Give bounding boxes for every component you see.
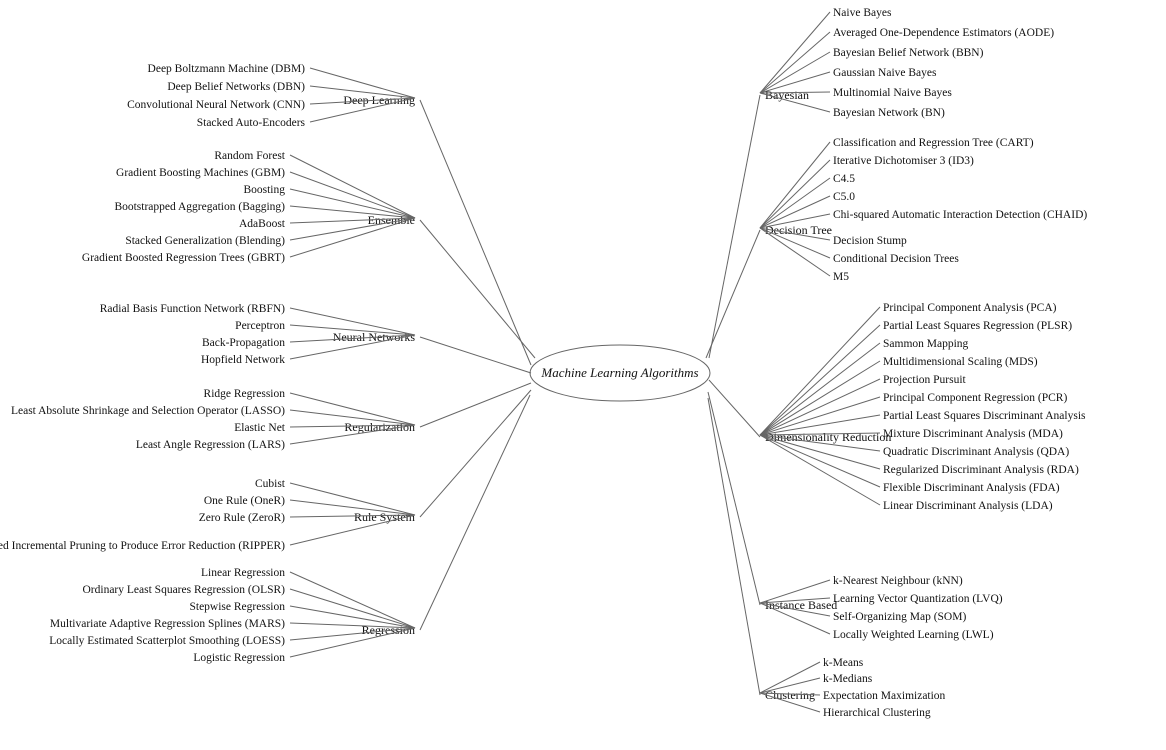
leaf-rda: Regularized Discriminant Analysis (RDA)	[883, 464, 1079, 476]
leaf-ripper: Repeated Incremental Pruning to Produce …	[0, 540, 285, 552]
leaf-ridge: Ridge Regression	[204, 388, 286, 400]
leaf-dbm: Deep Boltzmann Machine (DBM)	[148, 63, 306, 75]
leaf-lvq: Learning Vector Quantization (LVQ)	[833, 593, 1003, 605]
leaf-mds: Multidimensional Scaling (MDS)	[883, 356, 1038, 368]
leaf-olsr: Ordinary Least Squares Regression (OLSR)	[83, 584, 286, 596]
leaf-kmedians: k-Medians	[823, 673, 873, 685]
leaf-linreg: Linear Regression	[201, 567, 285, 579]
leaf-sae: Stacked Auto-Encoders	[197, 117, 306, 129]
leaf-plsda: Partial Least Squares Discriminant Analy…	[883, 410, 1086, 422]
leaf-lars: Least Angle Regression (LARS)	[136, 439, 285, 451]
center-label: Machine Learning Algorithms	[540, 365, 698, 380]
leaf-sammon: Sammon Mapping	[883, 338, 969, 350]
leaf-boosting: Boosting	[243, 184, 285, 196]
leaf-hopfield: Hopfield Network	[201, 354, 285, 366]
leaf-som: Self-Organizing Map (SOM)	[833, 611, 966, 623]
leaf-cart: Classification and Regression Tree (CART…	[833, 137, 1034, 149]
leaf-gbm: Gradient Boosting Machines (GBM)	[116, 167, 285, 179]
leaf-pca: Principal Component Analysis (PCA)	[883, 302, 1057, 314]
leaf-cubist: Cubist	[255, 478, 286, 490]
leaf-plsr: Partial Least Squares Regression (PLSR)	[883, 320, 1072, 332]
leaf-aode: Averaged One-Dependence Estimators (AODE…	[833, 27, 1054, 39]
leaf-rbfn: Radial Basis Function Network (RBFN)	[100, 303, 285, 315]
leaf-em: Expectation Maximization	[823, 690, 946, 702]
leaf-stump: Decision Stump	[833, 235, 907, 247]
leaf-backprop: Back-Propagation	[202, 337, 285, 349]
leaf-blending: Stacked Generalization (Blending)	[125, 235, 285, 247]
leaf-zeror: Zero Rule (ZeroR)	[199, 512, 285, 524]
leaf-dbn: Deep Belief Networks (DBN)	[167, 81, 305, 93]
leaf-gbrt: Gradient Boosted Regression Trees (GBRT)	[82, 252, 285, 264]
leaf-bn: Bayesian Network (BN)	[833, 107, 945, 119]
leaf-cnn: Convolutional Neural Network (CNN)	[127, 99, 305, 111]
leaf-qda: Quadratic Discriminant Analysis (QDA)	[883, 446, 1069, 458]
leaf-elasticnet: Elastic Net	[234, 422, 286, 434]
leaf-stepwise: Stepwise Regression	[189, 601, 285, 613]
leaf-adaboost: AdaBoost	[239, 218, 286, 230]
leaf-lwl: Locally Weighted Learning (LWL)	[833, 629, 994, 641]
leaf-multinomialbayes: Multinomial Naive Bayes	[833, 87, 952, 99]
leaf-rf: Random Forest	[214, 150, 285, 162]
leaf-lasso: Least Absolute Shrinkage and Selection O…	[11, 405, 285, 417]
leaf-fda: Flexible Discriminant Analysis (FDA)	[883, 482, 1060, 494]
leaf-logreg: Logistic Regression	[193, 652, 285, 664]
leaf-loess: Locally Estimated Scatterplot Smoothing …	[49, 635, 285, 647]
leaf-perceptron: Perceptron	[235, 320, 285, 332]
leaf-gaussianbayes: Gaussian Naive Bayes	[833, 67, 937, 79]
leaf-id3: Iterative Dichotomiser 3 (ID3)	[833, 155, 974, 167]
leaf-mda: Mixture Discriminant Analysis (MDA)	[883, 428, 1063, 440]
leaf-pp: Projection Pursuit	[883, 374, 967, 386]
leaf-cdt: Conditional Decision Trees	[833, 253, 959, 265]
leaf-pcr: Principal Component Regression (PCR)	[883, 392, 1067, 404]
leaf-naivebayes: Naive Bayes	[833, 7, 892, 19]
leaf-bbn: Bayesian Belief Network (BBN)	[833, 47, 984, 59]
leaf-kmeans: k-Means	[823, 657, 864, 669]
mindmap-svg: Machine Learning Algorithms Deep Learnin…	[0, 0, 1166, 745]
leaf-c50: C5.0	[833, 191, 855, 203]
leaf-hierarchical: Hierarchical Clustering	[823, 707, 931, 719]
leaf-c45: C4.5	[833, 173, 855, 185]
leaf-lda: Linear Discriminant Analysis (LDA)	[883, 500, 1053, 512]
leaf-bagging: Bootstrapped Aggregation (Bagging)	[114, 201, 285, 213]
leaf-knn: k-Nearest Neighbour (kNN)	[833, 575, 963, 587]
leaf-oner: One Rule (OneR)	[204, 495, 285, 507]
leaf-mars: Multivariate Adaptive Regression Splines…	[50, 618, 285, 630]
leaf-m5: M5	[833, 271, 849, 283]
leaf-chaid: Chi-squared Automatic Interaction Detect…	[833, 209, 1087, 221]
